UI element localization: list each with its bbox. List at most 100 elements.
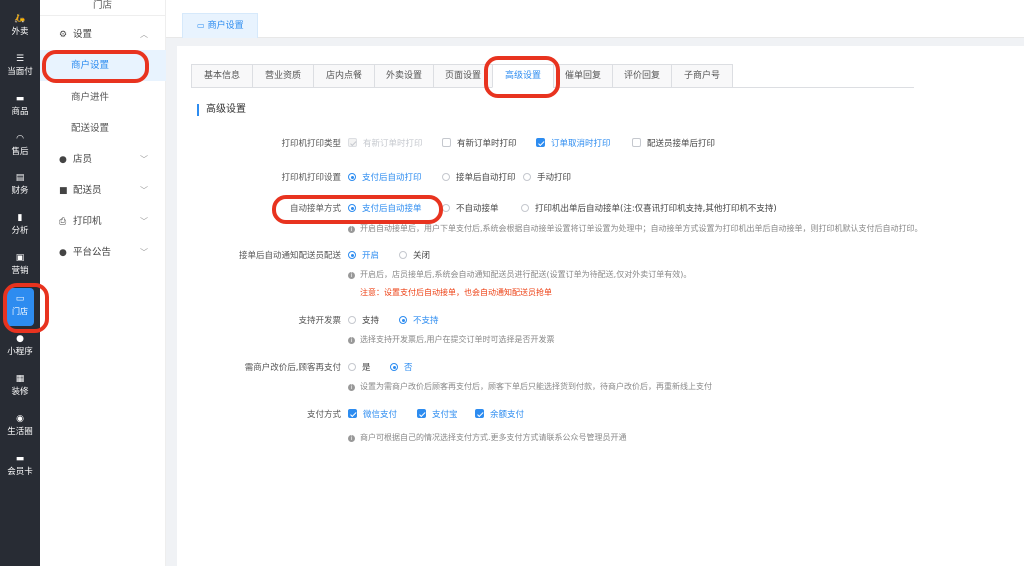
radio[interactable] [348,173,356,181]
sidebar-group-label: 平台公告 [73,247,112,258]
price-change-hint: i 设置为需商户改价后顾客再支付后，顾客下单后只能选择货到付款，待商户改价后，再重… [348,381,712,393]
sidebar-group-label: 打印机 [73,216,102,227]
sidebar-item-merchant-onboarding[interactable]: 商户进件 [40,82,166,113]
sidebar-item-merchant-settings[interactable]: 商户设置 [40,50,166,81]
rail-item-life-circle[interactable]: ◉ 生活圈 [0,408,40,444]
checkbox[interactable] [348,409,357,418]
printer-type-option[interactable]: 订单取消时打印 [536,138,611,150]
option-label: 不支持 [413,316,439,326]
tab-advanced-settings[interactable]: 高级设置 [492,64,554,88]
radio[interactable] [348,251,356,259]
option-label: 不自动接单 [456,204,499,214]
bar-chart-icon: ▮ [17,213,23,223]
section-title: 高级设置 [197,104,246,116]
option-label: 支付宝 [432,410,458,420]
chevron-down-icon: ﹀ [140,217,148,226]
tab-merchant-settings[interactable]: ▭ 商户设置 [182,13,258,38]
printer-setting-option[interactable]: 接单后自动打印 [442,172,516,184]
invoice-option[interactable]: 不支持 [399,315,439,327]
tab-dine-in[interactable]: 店内点餐 [313,64,375,88]
rail-item-member-card[interactable]: ▬ 会员卡 [0,448,40,484]
rail-item-goods[interactable]: ▬ 商品 [0,88,40,124]
sidebar-group-printer[interactable]: ⎙ 打印机 ﹀ [40,210,166,234]
radio[interactable] [521,204,529,212]
sidebar-item-delivery-settings[interactable]: 配送设置 [40,113,166,144]
printer-type-option[interactable]: 有新订单时打印 [442,138,517,150]
auto-accept-hint: i 开启自动接单后，用户下单支付后,系统会根据自动接单设置将订单设置为处理中；自动… [348,223,923,235]
notify-rider-hint: i 开启后，店员接单后,系统会自动通知配送员进行配送(设置订单为待配送,仅对外卖订… [348,269,691,281]
checkbox[interactable] [442,138,451,147]
info-icon: i [348,337,355,344]
rail-label: 当面付 [7,67,33,77]
rail-item-store[interactable]: ▭ 门店 [6,288,34,326]
tab-label: 商户设置 [207,21,244,31]
delivery-icon: 🛵 [14,14,26,24]
invoice-option[interactable]: 支持 [348,315,379,327]
rail-item-decorate[interactable]: ▦ 装修 [0,368,40,404]
hint-text: 选择支持开发票后,用户在提交订单时可选择是否开发票 [360,335,555,344]
tab-reminder-reply[interactable]: 催单回复 [553,64,613,88]
sidebar-group-settings[interactable]: ⚙ 设置 ︿ [40,23,166,47]
tab-page-settings[interactable]: 页面设置 [433,64,493,88]
checkbox[interactable] [475,409,484,418]
tab-review-reply[interactable]: 评价回复 [612,64,672,88]
sidebar-group-staff[interactable]: ● 店员 ﹀ [40,148,166,172]
printer-setting-label: 打印机打印设置 [281,173,341,183]
checkbox[interactable] [536,138,545,147]
payment-label: 支付方式 [306,410,341,420]
option-label: 有新订单时打印 [363,139,423,149]
info-icon: i [348,226,355,233]
radio[interactable] [399,251,407,259]
rail-item-after-sale[interactable]: ◠ 售后 [0,128,40,164]
rail-label: 财务 [11,186,29,196]
radio[interactable] [442,204,450,212]
auto-accept-option[interactable]: 打印机出单后自动接单(注:仅喜讯打印机支持,其他打印机不支持) [521,203,777,215]
list-icon: ☰ [15,54,25,64]
checkbox[interactable] [632,138,641,147]
radio[interactable] [348,316,356,324]
tab-sub-merchant[interactable]: 子商户号 [671,64,733,88]
payment-option-balance[interactable]: 余额支付 [475,409,524,421]
option-label: 否 [404,363,413,373]
price-change-option[interactable]: 是 [348,362,371,374]
rail-item-mini-program[interactable]: ● 小程序 [0,328,40,364]
tab-business-license[interactable]: 营业资质 [252,64,314,88]
notify-rider-option[interactable]: 开启 [348,250,379,262]
hint-text: 开启自动接单后，用户下单支付后,系统会根据自动接单设置将订单设置为处理中；自动接… [360,224,923,233]
radio[interactable] [348,204,356,212]
printer-setting-option[interactable]: 手动打印 [523,172,571,184]
tab-delivery-settings[interactable]: 外卖设置 [374,64,434,88]
printer-type-option[interactable]: 配送员接单后打印 [632,138,715,150]
payment-option-alipay[interactable]: 支付宝 [417,409,458,421]
checkbox[interactable] [417,409,426,418]
hint-text: 设置为需商户改价后顾客再支付后，顾客下单后只能选择货到付款，待商户改价后，再重新… [360,382,712,391]
payment-option-wechat[interactable]: 微信支付 [348,409,397,421]
radio[interactable] [348,363,356,371]
rail-item-marketing[interactable]: ▣ 营销 [0,247,40,283]
rail-label: 分析 [11,226,29,236]
sidebar-group-riders[interactable]: ■ 配送员 ﹀ [40,179,166,203]
radio[interactable] [390,363,398,371]
tab-basic-info[interactable]: 基本信息 [191,64,253,88]
printer-setting-option[interactable]: 支付后自动打印 [348,172,422,184]
rail-item-delivery[interactable]: 🛵 外卖 [0,8,40,44]
info-icon: i [348,435,355,442]
radio[interactable] [399,316,407,324]
option-label: 是 [362,363,371,373]
radio[interactable] [523,173,531,181]
hint-text: 商户可根据自己的情况选择支付方式.更多支付方式请联系公众号管理员开通 [360,433,627,442]
price-change-option[interactable]: 否 [390,362,413,374]
rail-item-finance[interactable]: ▤ 财务 [0,167,40,203]
rail-item-face-pay[interactable]: ☰ 当面付 [0,48,40,84]
payment-hint: i 商户可根据自己的情况选择支付方式.更多支付方式请联系公众号管理员开通 [348,432,627,444]
auto-accept-option[interactable]: 支付后自动接单 [348,203,422,215]
notify-rider-option[interactable]: 关闭 [399,250,430,262]
radio[interactable] [442,173,450,181]
option-label: 余额支付 [490,410,525,420]
sidebar-group-announcements[interactable]: ● 平台公告 ﹀ [40,241,166,265]
price-change-label: 需商户改价后,顾客再支付 [244,363,341,373]
auto-accept-option[interactable]: 不自动接单 [442,203,499,215]
rail-label: 商品 [11,107,29,117]
chevron-down-icon: ﹀ [140,155,148,164]
rail-item-analysis[interactable]: ▮ 分析 [0,207,40,243]
